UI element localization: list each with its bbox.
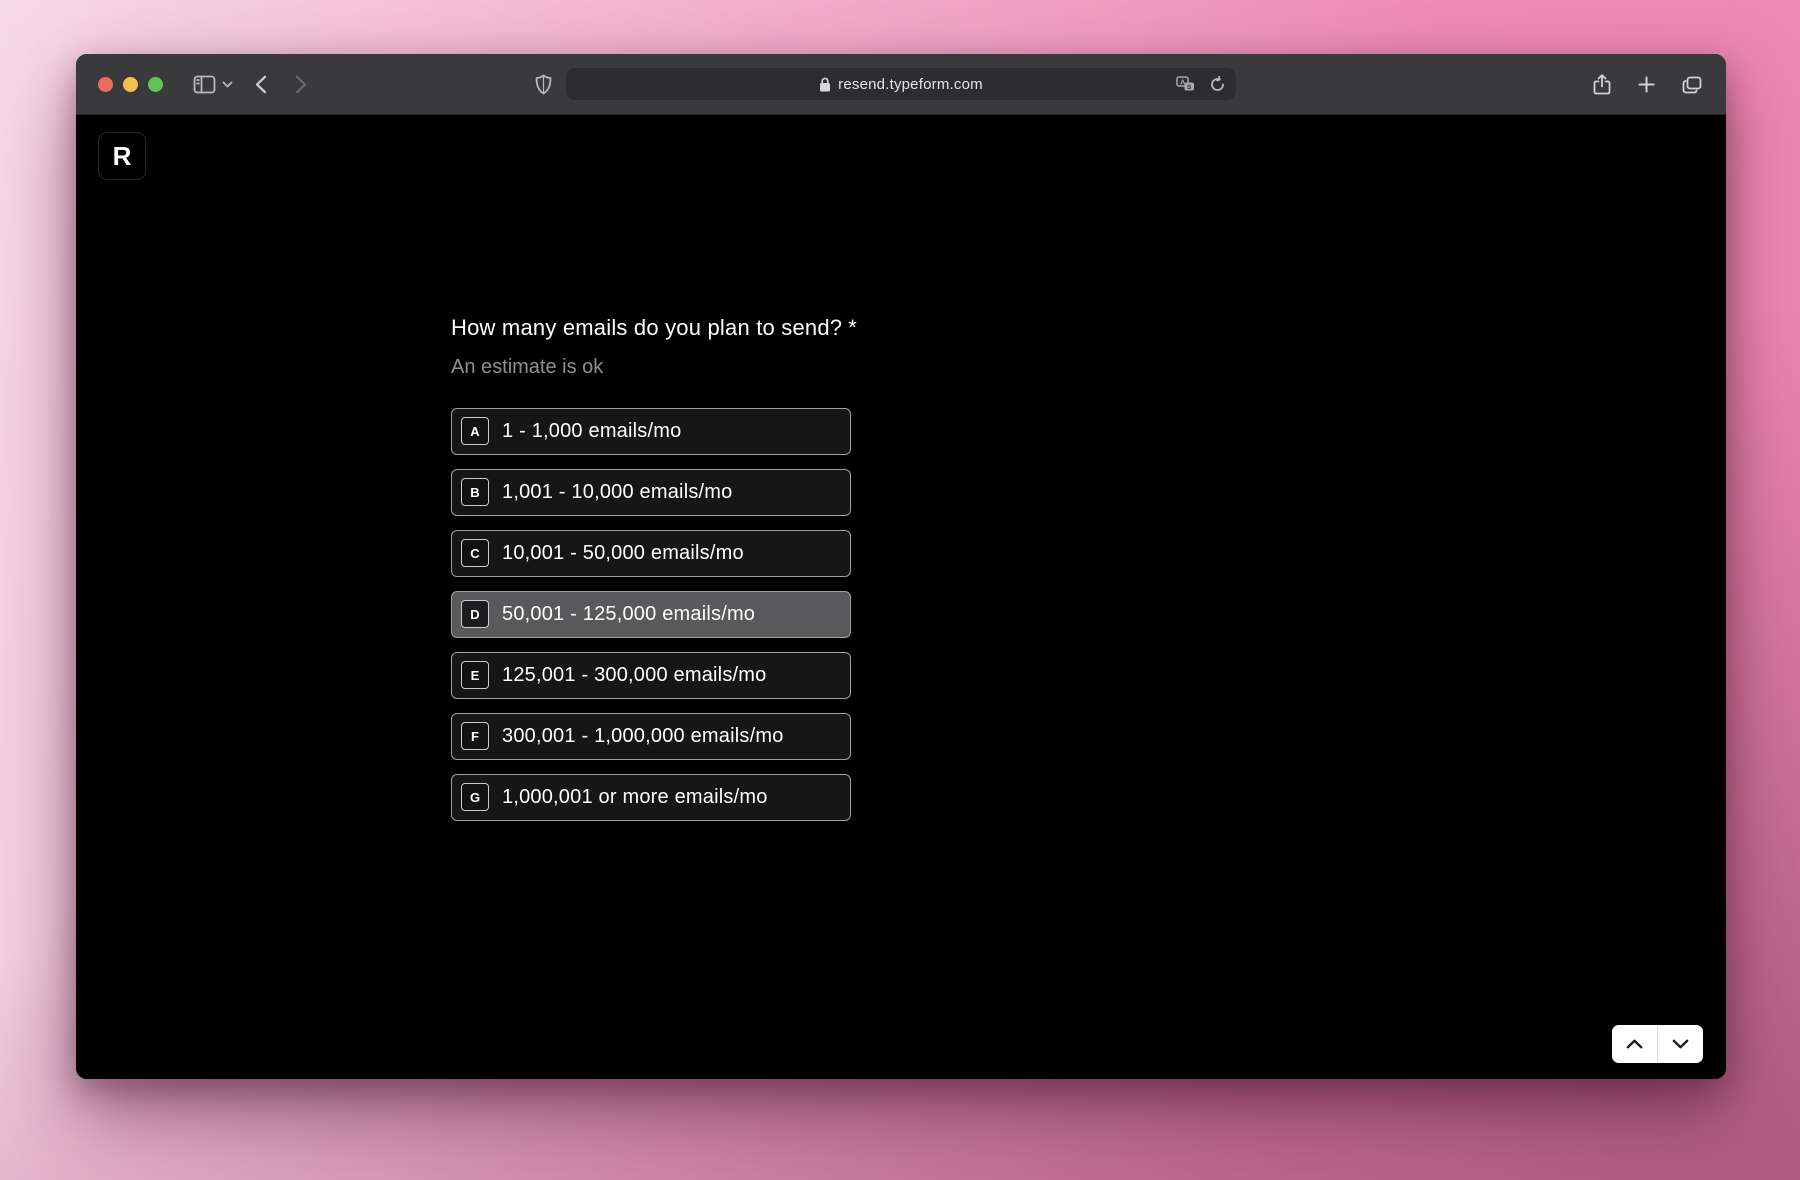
new-tab-icon xyxy=(1638,76,1655,93)
option-f[interactable]: F 300,001 - 1,000,000 emails/mo xyxy=(451,713,851,760)
toolbar-right-actions xyxy=(1593,54,1702,115)
brand-logo: R xyxy=(98,132,146,180)
svg-text:S: S xyxy=(1187,84,1192,91)
question-text: How many emails do you plan to send? xyxy=(451,315,842,340)
question-block: How many emails do you plan to send?* An… xyxy=(451,314,971,835)
question-title: How many emails do you plan to send?* xyxy=(451,314,971,343)
reload-icon xyxy=(1210,76,1225,92)
option-f-key: F xyxy=(461,722,489,750)
option-c-key: C xyxy=(461,539,489,567)
option-g[interactable]: G 1,000,001 or more emails/mo xyxy=(451,774,851,821)
shield-icon xyxy=(535,74,552,95)
option-d-label: 50,001 - 125,000 emails/mo xyxy=(502,603,755,626)
minimize-window-button[interactable] xyxy=(123,77,138,92)
nav-cluster xyxy=(193,75,307,94)
address-bar[interactable]: resend.typeform.com A S xyxy=(566,68,1236,100)
translate-button[interactable]: A S xyxy=(1176,76,1195,92)
address-bar-actions: A S xyxy=(1176,68,1225,100)
previous-question-button[interactable] xyxy=(1612,1025,1657,1063)
options-list: A 1 - 1,000 emails/mo B 1,001 - 10,000 e… xyxy=(451,408,851,821)
required-marker: * xyxy=(848,315,857,340)
tab-overview-button[interactable] xyxy=(1682,76,1702,94)
sidebar-icon xyxy=(193,75,216,94)
zoom-window-button[interactable] xyxy=(148,77,163,92)
window-controls xyxy=(98,77,163,92)
back-button[interactable] xyxy=(255,75,267,94)
sidebar-menu-button[interactable] xyxy=(222,81,233,88)
reload-button[interactable] xyxy=(1210,76,1225,92)
content-blocker-button[interactable] xyxy=(535,74,552,95)
chevron-up-icon xyxy=(1626,1039,1643,1049)
option-a-label: 1 - 1,000 emails/mo xyxy=(502,420,681,443)
option-c[interactable]: C 10,001 - 50,000 emails/mo xyxy=(451,530,851,577)
option-b[interactable]: B 1,001 - 10,000 emails/mo xyxy=(451,469,851,516)
option-e[interactable]: E 125,001 - 300,000 emails/mo xyxy=(451,652,851,699)
translate-icon: A S xyxy=(1176,76,1195,92)
forward-button[interactable] xyxy=(295,75,307,94)
option-d-key: D xyxy=(461,600,489,628)
option-b-key: B xyxy=(461,478,489,506)
address-bar-content: resend.typeform.com xyxy=(819,76,983,93)
lock-icon xyxy=(819,77,831,92)
share-icon xyxy=(1593,74,1611,96)
option-e-key: E xyxy=(461,661,489,689)
url-text: resend.typeform.com xyxy=(838,76,983,93)
typeform-page: R How many emails do you plan to send?* … xyxy=(76,116,1726,1079)
forward-icon xyxy=(295,75,307,94)
question-subtitle: An estimate is ok xyxy=(451,356,971,379)
next-question-button[interactable] xyxy=(1657,1025,1703,1063)
option-b-label: 1,001 - 10,000 emails/mo xyxy=(502,481,732,504)
share-button[interactable] xyxy=(1593,74,1611,96)
option-f-label: 300,001 - 1,000,000 emails/mo xyxy=(502,725,784,748)
option-a-key: A xyxy=(461,417,489,445)
chevron-down-icon xyxy=(1672,1039,1689,1049)
content-blocker-wrap xyxy=(535,54,552,115)
option-g-label: 1,000,001 or more emails/mo xyxy=(502,786,768,809)
option-a[interactable]: A 1 - 1,000 emails/mo xyxy=(451,408,851,455)
tab-overview-icon xyxy=(1682,76,1702,94)
option-e-label: 125,001 - 300,000 emails/mo xyxy=(502,664,766,687)
option-c-label: 10,001 - 50,000 emails/mo xyxy=(502,542,744,565)
option-g-key: G xyxy=(461,783,489,811)
browser-toolbar: resend.typeform.com A S xyxy=(76,54,1726,115)
chevron-down-icon xyxy=(222,81,233,88)
sidebar-toggle-button[interactable] xyxy=(193,75,216,94)
question-pager xyxy=(1612,1025,1703,1063)
browser-window: resend.typeform.com A S xyxy=(76,54,1726,1079)
new-tab-button[interactable] xyxy=(1638,76,1655,93)
back-icon xyxy=(255,75,267,94)
option-d[interactable]: D 50,001 - 125,000 emails/mo xyxy=(451,591,851,638)
close-window-button[interactable] xyxy=(98,77,113,92)
